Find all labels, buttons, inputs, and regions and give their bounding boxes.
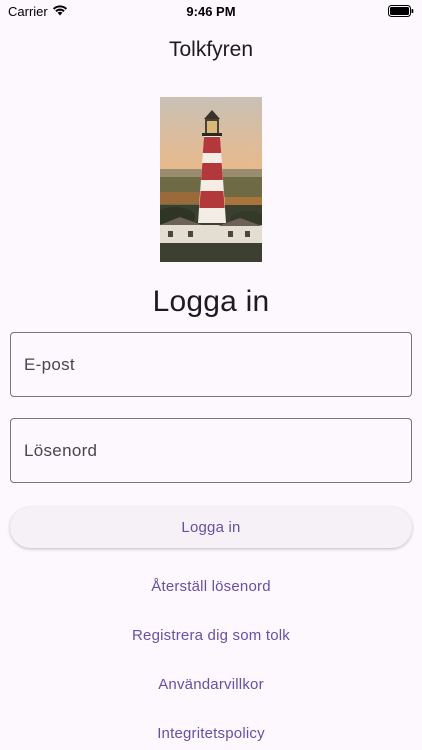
reset-password-link[interactable]: Återställ lösenord (0, 578, 422, 595)
terms-link[interactable]: Användarvillkor (0, 676, 422, 693)
privacy-policy-link[interactable]: Integritetspolicy (0, 725, 422, 742)
login-button-label: Logga in (181, 519, 241, 536)
password-field[interactable]: Lösenord (10, 418, 412, 483)
register-interpreter-link[interactable]: Registrera dig som tolk (0, 627, 422, 644)
email-label: E-post (24, 354, 75, 374)
login-heading: Logga in (152, 285, 270, 318)
app-title: Tolkfyren (168, 38, 254, 61)
login-screen: Carrier 9:46 PM Tolkfyren Logga in E-pos… (0, 0, 422, 750)
password-label: Lösenord (24, 440, 98, 460)
status-bar: Carrier 9:46 PM (0, 0, 422, 22)
battery-icon (388, 5, 414, 17)
email-field[interactable]: E-post (10, 332, 412, 397)
lighthouse-image (160, 97, 262, 262)
status-time: 9:46 PM (186, 4, 236, 19)
login-button[interactable]: Logga in (10, 507, 412, 548)
